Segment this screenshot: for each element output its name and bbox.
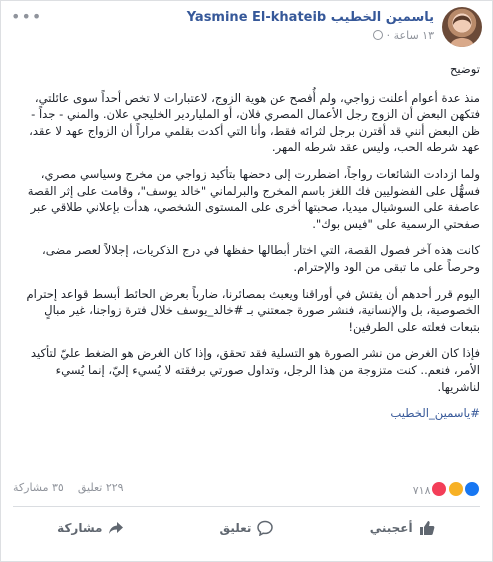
author-avatar[interactable]: [442, 7, 482, 47]
action-bar: أعجبني تعليق مشاركة: [13, 511, 480, 545]
engagement-counts: ٢٢٩ تعليق ٣٥ مشاركة: [13, 481, 124, 494]
post-body: توضيح منذ عدة أعوام أعلنت زواجي، ولم أُف…: [13, 61, 480, 432]
post-paragraph: اليوم قرر أحدهم أن يفتش في أوراقنا ويعبث…: [26, 286, 480, 334]
thumbs-up-icon: [419, 521, 435, 535]
divider: [13, 506, 480, 507]
globe-icon: [373, 30, 384, 40]
comment-icon: [257, 520, 274, 536]
shares-count[interactable]: ٣٥ مشاركة: [13, 481, 64, 494]
comment-button[interactable]: تعليق: [169, 511, 325, 545]
post-title: توضيح: [449, 62, 480, 76]
post-paragraph: ولما ازدادت الشائعات رواجاً، اضطررت إلى …: [27, 166, 480, 231]
share-button[interactable]: مشاركة: [13, 511, 169, 545]
like-button[interactable]: أعجبني: [324, 511, 480, 545]
post-timestamp[interactable]: ١٣ ساعة ·: [370, 29, 434, 42]
hashtag-link[interactable]: #ياسمين_الخطيب: [390, 406, 480, 420]
share-icon: [109, 522, 124, 534]
reactions-count[interactable]: ٧١٨: [413, 484, 431, 497]
like-reaction-icon: [464, 481, 480, 497]
reactions-summary[interactable]: ٧١٨: [413, 481, 480, 497]
post-paragraph: كانت هذه آخر فصول القصة، التي اختار أبطا…: [42, 243, 480, 274]
post-header: ياسمين الخطيب Yasmine El-khateib ١٣ ساعة…: [11, 7, 482, 51]
timestamp-text[interactable]: ١٣ ساعة ·: [387, 29, 434, 42]
comments-count[interactable]: ٢٢٩ تعليق: [78, 481, 124, 494]
share-label: مشاركة: [57, 521, 103, 535]
post-paragraph: منذ عدة أعوام أعلنت زواجي، ولم أُفصح عن …: [29, 90, 480, 155]
more-options-icon[interactable]: •••: [11, 7, 42, 26]
post-paragraph: فإذا كان الغرض من نشر الصورة هو التسلية …: [30, 346, 480, 394]
haha-reaction-icon: [447, 481, 464, 497]
post-stats: ٧١٨ ٢٢٩ تعليق ٣٥ مشاركة: [13, 479, 480, 499]
love-reaction-icon: [431, 481, 447, 497]
author-name[interactable]: ياسمين الخطيب Yasmine El-khateib: [187, 10, 434, 25]
like-label: أعجبني: [369, 521, 413, 535]
comment-label: تعليق: [219, 521, 252, 535]
facebook-post: ياسمين الخطيب Yasmine El-khateib ١٣ ساعة…: [0, 0, 493, 562]
